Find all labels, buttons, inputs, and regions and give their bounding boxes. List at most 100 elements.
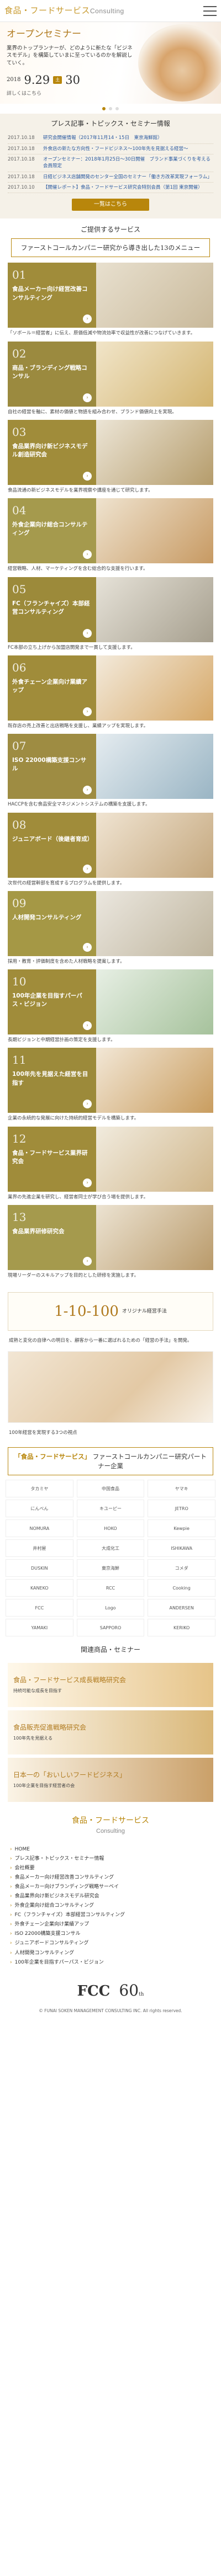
arrow-right-icon[interactable]: › [83, 1100, 92, 1109]
service-item[interactable]: 06 外食チェーン企業向け業績アップ › 既存店の売上改善と出店戦略を支援し、業績アッ… [8, 655, 213, 729]
partner-logo[interactable]: HOKO [76, 1519, 145, 1538]
partner-logo[interactable]: コメダ [148, 1559, 215, 1577]
service-item[interactable]: 13 食品業界研修研究会 › 現場リーダーのスキルアップを目的とした研修を実施します。 [8, 1205, 213, 1279]
service-card[interactable]: 10 100年企業を目指すパーパス・ビジョン › [8, 969, 213, 1035]
news-link[interactable]: オープンセミナー：2018年1月25日～30日開催 ブランド事業づくりを考える会… [43, 156, 213, 170]
partner-logo[interactable]: Logo [76, 1599, 145, 1617]
partner-logo[interactable]: KERIKO [148, 1619, 215, 1637]
service-card[interactable]: 05 FC（フランチャイズ）本部経営コンサルティング › [8, 577, 213, 642]
hero-banner[interactable]: オープンセミナー 業界のトップランナーが、どのように新たな「ビジネスモデル」を構… [0, 22, 221, 104]
footer-link[interactable]: 食品業界向け新ビジネスモデル研究会 [10, 1892, 211, 1901]
service-item[interactable]: 01 食品メーカー向け経営改善コンサルティング › 「ソボール＝経営者」に伝え、原価低… [8, 263, 213, 337]
service-card[interactable]: 01 食品メーカー向け経営改善コンサルティング › [8, 263, 213, 328]
arrow-right-icon[interactable]: › [83, 471, 92, 481]
footer-link[interactable]: 会社概要 [10, 1864, 211, 1873]
partner-logo[interactable]: KANEKO [6, 1579, 73, 1597]
arrow-right-icon[interactable]: › [83, 1178, 92, 1187]
partner-logo[interactable]: 東京海鮮 [76, 1559, 145, 1577]
service-item[interactable]: 04 外食企業向け総合コンサルティング › 経営戦略、人材、マーケティングを含む総合的… [8, 498, 213, 572]
arrow-right-icon[interactable]: › [83, 942, 92, 952]
service-item[interactable]: 02 商品・ブランディング戦略コンサル › 自社の経営を軸に、素材の価値と物語を組み合… [8, 341, 213, 415]
news-link[interactable]: 外食店の新たな方向性・フードビジネス～100年先を見据える経営～ [43, 146, 213, 152]
partner-logo[interactable]: Kewpie [148, 1519, 215, 1538]
news-item[interactable]: 2017.10.10 【開催レポート】食品・フードサービス研究会特別会員（第1回 … [8, 183, 213, 194]
partner-logo[interactable]: キユーピー [76, 1500, 145, 1518]
carousel-dot[interactable] [115, 107, 119, 110]
footer-link[interactable]: ジュニアボードコンサルティング [10, 1939, 211, 1948]
service-item[interactable]: 10 100年企業を目指すパーパス・ビジョン › 長期ビジョンと中期経営計画の策定を支… [8, 969, 213, 1043]
hamburger-menu-icon[interactable] [203, 6, 217, 16]
service-card[interactable]: 07 ISO 22000構築支援コンサル › [8, 734, 213, 799]
footer-link[interactable]: ISO 22000構築支援コンサル [10, 1929, 211, 1939]
service-card[interactable]: 02 商品・ブランディング戦略コンサル › [8, 341, 213, 407]
arrow-right-icon[interactable]: › [83, 550, 92, 559]
service-item[interactable]: 09 人材開発コンサルティング › 採用・教育・評価制度を含めた人材戦略を提案します。 [8, 890, 213, 965]
service-item[interactable]: 11 100年先を見据えた経営を目指す › 企業の永続的な発展に向けた持続的経営モデル… [8, 1048, 213, 1122]
arrow-right-icon[interactable]: › [83, 864, 92, 873]
partner-logo[interactable]: YAMAKI [6, 1619, 73, 1637]
partner-logo[interactable]: ISHIKAWA [148, 1539, 215, 1558]
arrow-right-icon[interactable]: › [83, 314, 92, 324]
partner-logo[interactable]: ヤマキ [148, 1480, 215, 1498]
partner-logo[interactable]: タカミヤ [6, 1480, 73, 1498]
service-card[interactable]: 08 ジュニアボード（後継者育成） › [8, 812, 213, 878]
service-number: 12 [12, 1132, 27, 1145]
partner-logo[interactable]: RCC [76, 1579, 145, 1597]
arrow-right-icon[interactable]: › [83, 707, 92, 716]
footer-link[interactable]: プレス記事・トピックス・セミナー情報 [10, 1854, 211, 1864]
carousel-dot[interactable] [102, 107, 106, 110]
service-card[interactable]: 09 人材開発コンサルティング › [8, 890, 213, 956]
footer-link[interactable]: 食品メーカー向けブランディング戦略サーベイ [10, 1882, 211, 1892]
arrow-right-icon[interactable]: › [83, 786, 92, 795]
partner-logo[interactable]: JETRO [148, 1500, 215, 1518]
service-card[interactable]: 06 外食チェーン企業向け業績アップ › [8, 655, 213, 721]
news-link[interactable]: 日経ビジネス店舗開発のセンター全国のセミナー「働き方改革実現フォーラム」 [43, 174, 213, 180]
partner-logo[interactable]: DUSKIN [6, 1559, 73, 1577]
arrow-right-icon[interactable]: › [83, 628, 92, 638]
news-item[interactable]: 2017.10.18 外食店の新たな方向性・フードビジネス～100年先を見据える経… [8, 144, 213, 155]
partner-logo[interactable]: ANDERSEN [148, 1599, 215, 1617]
arrow-right-icon[interactable]: › [83, 1257, 92, 1266]
partner-logo[interactable]: Cooking [148, 1579, 215, 1597]
footer-link[interactable]: 外食企業向け総合コンサルティング [10, 1901, 211, 1911]
partner-logo[interactable]: FCC [6, 1599, 73, 1617]
arrow-right-icon[interactable]: › [83, 393, 92, 402]
related-item[interactable]: 日本一の「おいしいフードビジネス」 100年企業を目指す経営者の会 [8, 1757, 213, 1802]
service-item[interactable]: 08 ジュニアボード（後継者育成） › 次世代の経営幹部を育成するプログラムを提供しま… [8, 812, 213, 887]
service-card[interactable]: 03 食品業界向け新ビジネスモデル創造研究会 › [8, 419, 213, 485]
news-item[interactable]: 2017.10.18 オープンセミナー：2018年1月25日～30日開催 ブランド… [8, 154, 213, 172]
partner-logo[interactable]: 井村屋 [6, 1539, 73, 1558]
footer-logo[interactable]: 食品・フードサービス Consulting [0, 1805, 221, 1842]
service-item[interactable]: 07 ISO 22000構築支援コンサル › HACCPを含む食品安全マネジメントシス… [8, 734, 213, 808]
news-item[interactable]: 2017.10.18 日経ビジネス店舗開発のセンター全国のセミナー「働き方改革実現… [8, 172, 213, 183]
partner-logo[interactable]: 大成化工 [76, 1539, 145, 1558]
news-item[interactable]: 2017.10.18 研究会開催情報（2017年11月14・15日 東京海鮮館） [8, 133, 213, 144]
service-card[interactable]: 11 100年先を見据えた経営を目指す › [8, 1048, 213, 1113]
service-card[interactable]: 12 食品・フードサービス業界研究会 › [8, 1126, 213, 1192]
service-image [96, 577, 213, 642]
news-more-button[interactable]: 一覧はこちら [72, 199, 149, 211]
partner-logo[interactable]: にんべん [6, 1500, 73, 1518]
news-link[interactable]: 【開催レポート】食品・フードサービス研究会特別会員（第1回 東京開催） [43, 184, 213, 191]
footer-link[interactable]: 100年企業を目指すパーパス・ビジョン [10, 1958, 211, 1967]
partner-logo[interactable]: SAPPORO [76, 1619, 145, 1637]
service-item[interactable]: 05 FC（フランチャイズ）本部経営コンサルティング › FC本部の立ち上げから加盟店… [8, 577, 213, 651]
footer-link[interactable]: 外食チェーン企業向け業績アップ [10, 1920, 211, 1929]
service-item[interactable]: 12 食品・フードサービス業界研究会 › 業界の先進企業を研究し、経営者同士が学び合う… [8, 1126, 213, 1201]
related-item[interactable]: 食品・フードサービス成長戦略研究会 持続可能な成長を目指す [8, 1662, 213, 1707]
footer-link[interactable]: 人材開発コンサルティング [10, 1949, 211, 1958]
site-logo[interactable]: 食品・フードサービスConsulting [4, 5, 124, 17]
partner-logo[interactable]: 中国食品 [76, 1480, 145, 1498]
service-card[interactable]: 04 外食企業向け総合コンサルティング › [8, 498, 213, 564]
service-item[interactable]: 03 食品業界向け新ビジネスモデル創造研究会 › 食品流通の新ビジネスモデルを業界視察… [8, 419, 213, 494]
footer-link[interactable]: HOME [10, 1845, 211, 1854]
footer-link[interactable]: FC（フランチャイズ）本部経営コンサルティング [10, 1911, 211, 1920]
service-card[interactable]: 13 食品業界研修研究会 › [8, 1205, 213, 1271]
arrow-right-icon[interactable]: › [83, 1021, 92, 1031]
partner-logo[interactable]: NOMURA [6, 1519, 73, 1538]
related-item[interactable]: 食品販売促進戦略研究会 100年先を見据える [8, 1710, 213, 1754]
carousel-dot[interactable] [109, 107, 112, 110]
method-banner[interactable]: 1-10-100 オリジナル経営手法 [8, 1292, 213, 1331]
news-link[interactable]: 研究会開催情報（2017年11月14・15日 東京海鮮館） [43, 135, 213, 141]
footer-link[interactable]: 食品メーカー向け経営改善コンサルティング [10, 1873, 211, 1882]
